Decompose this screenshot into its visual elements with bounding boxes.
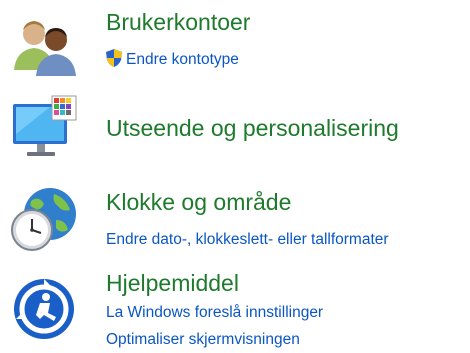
link-optimize-visual-display[interactable]: Optimaliser skjermvisningen [106, 330, 300, 350]
category-title-clock-region[interactable]: Klokke og område [106, 188, 291, 216]
link-change-date-time-formats[interactable]: Endre dato-, klokkeslett- eller tallform… [106, 230, 389, 250]
link-let-windows-suggest-settings[interactable]: La Windows foreslå innstillinger [106, 303, 323, 323]
category-title-appearance[interactable]: Utseende og personalisering [106, 114, 399, 142]
link-label: Endre kontotype [126, 51, 239, 68]
uac-shield-icon [106, 49, 122, 67]
clock-region-icon[interactable] [10, 186, 78, 254]
ease-of-access-icon[interactable] [10, 275, 78, 343]
link-change-account-type[interactable]: Endre kontotype [106, 49, 239, 70]
user-accounts-icon[interactable] [10, 10, 78, 78]
category-title-user-accounts[interactable]: Brukerkontoer [106, 8, 250, 36]
appearance-personalization-icon[interactable] [10, 94, 78, 162]
category-title-ease-of-access[interactable]: Hjelpemiddel [106, 269, 239, 297]
